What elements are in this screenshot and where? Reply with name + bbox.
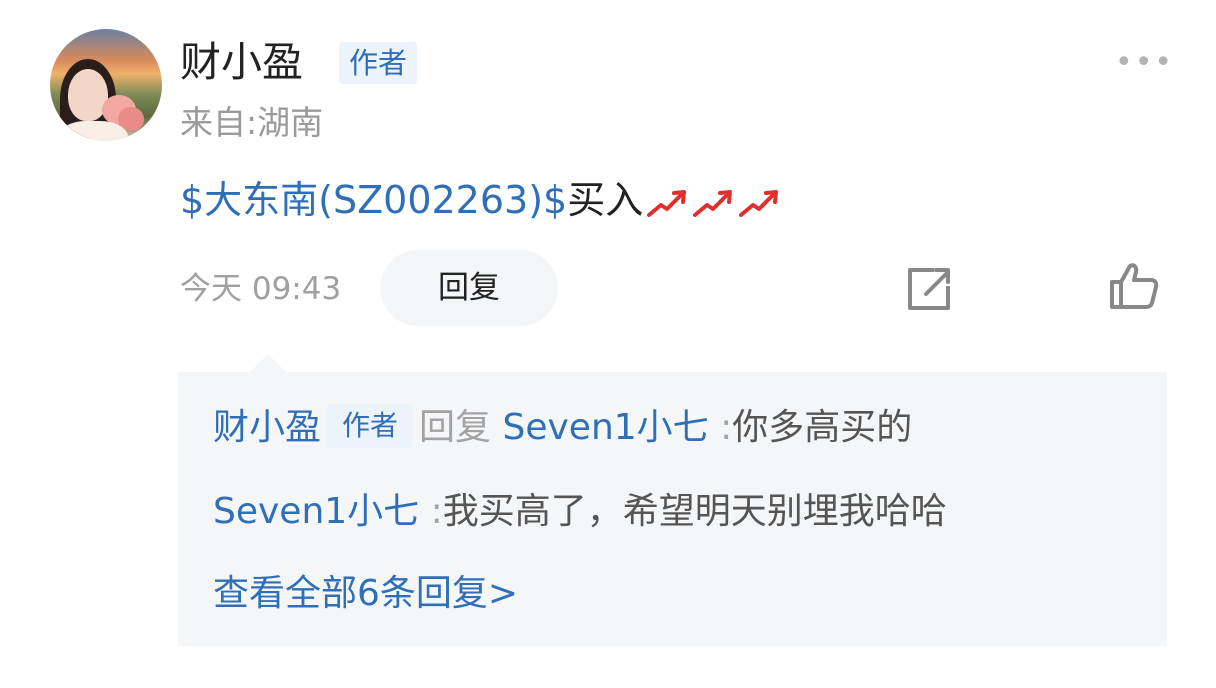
avatar-body xyxy=(58,121,128,141)
reply-word: 回复 xyxy=(419,407,492,448)
author-name[interactable]: 财小盈 xyxy=(180,34,303,90)
view-all-replies-link[interactable]: 查看全部6条回复> xyxy=(213,569,518,619)
reply-author[interactable]: 财小盈 xyxy=(213,407,321,448)
avatar[interactable] xyxy=(50,29,162,141)
author-origin: 来自:湖南 xyxy=(180,103,324,142)
thumbs-up-icon[interactable] xyxy=(1108,260,1160,312)
more-dots-icon[interactable]: ••• xyxy=(1115,48,1174,78)
trend-up-icon xyxy=(647,189,687,217)
post-text: 买入 xyxy=(567,178,644,222)
stock-link[interactable]: $大东南(SZ002263)$ xyxy=(180,178,567,222)
reply-separator: : xyxy=(430,491,443,532)
post-content: $大东南(SZ002263)$买入 xyxy=(180,174,781,226)
reply-text: 我买高了，希望明天别埋我哈哈 xyxy=(442,491,947,532)
reply-separator: : xyxy=(720,407,733,448)
trend-up-icon xyxy=(693,189,733,217)
reply-item: 财小盈 作者 回复 Seven1小七 :你多高买的 xyxy=(213,403,912,453)
post-timestamp: 今天 09:43 xyxy=(180,271,342,307)
reply-box-caret xyxy=(250,354,286,372)
share-icon[interactable] xyxy=(904,264,954,314)
reply-button[interactable]: 回复 xyxy=(380,250,558,326)
reply-author[interactable]: Seven1小七 xyxy=(213,491,419,532)
author-badge: 作者 xyxy=(339,42,417,84)
reply-text: 你多高买的 xyxy=(732,407,913,448)
reply-target[interactable]: Seven1小七 xyxy=(502,407,708,448)
trend-up-icon xyxy=(739,189,779,217)
reply-item: Seven1小七 :我买高了，希望明天别埋我哈哈 xyxy=(213,487,947,537)
reply-author-badge: 作者 xyxy=(327,404,414,448)
